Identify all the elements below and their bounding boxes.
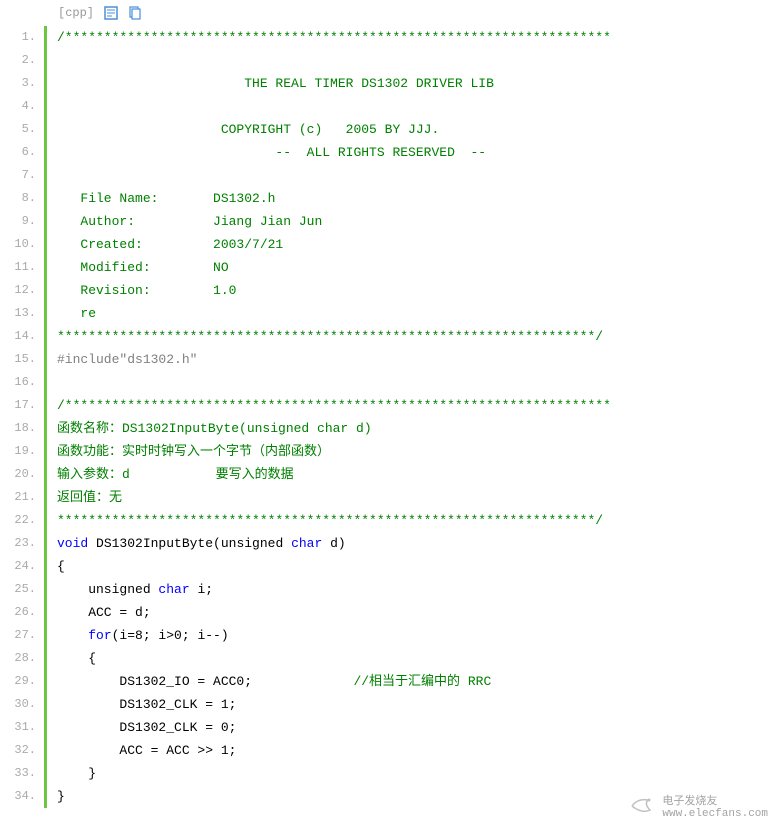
line-number: 24. xyxy=(0,555,36,578)
line-number: 21. xyxy=(0,486,36,509)
line-number: 17. xyxy=(0,394,36,417)
line-number: 14. xyxy=(0,325,36,348)
line-number: 1. xyxy=(0,26,36,49)
code-line[interactable]: ACC = d; xyxy=(57,601,780,624)
code-area[interactable]: /***************************************… xyxy=(47,26,780,808)
code-line[interactable]: 函数功能：实时时钟写入一个字节（内部函数） xyxy=(57,440,780,463)
line-number: 28. xyxy=(0,647,36,670)
code-container: 1.2.3.4.5.6.7.8.9.10.11.12.13.14.15.16.1… xyxy=(0,26,780,808)
code-line[interactable]: DS1302_CLK = 0; xyxy=(57,716,780,739)
line-number: 2. xyxy=(0,49,36,72)
code-line[interactable]: /***************************************… xyxy=(57,26,780,49)
line-number: 19. xyxy=(0,440,36,463)
code-line[interactable]: { xyxy=(57,555,780,578)
watermark-logo-icon xyxy=(628,792,656,820)
line-number: 27. xyxy=(0,624,36,647)
line-number: 13. xyxy=(0,302,36,325)
line-number: 10. xyxy=(0,233,36,256)
line-number: 32. xyxy=(0,739,36,762)
code-line[interactable]: Modified: NO xyxy=(57,256,780,279)
line-number: 18. xyxy=(0,417,36,440)
code-line[interactable]: ACC = ACC >> 1; xyxy=(57,739,780,762)
code-line[interactable] xyxy=(57,49,780,72)
code-line[interactable]: for(i=8; i>0; i--) xyxy=(57,624,780,647)
code-line[interactable] xyxy=(57,95,780,118)
line-number-gutter: 1.2.3.4.5.6.7.8.9.10.11.12.13.14.15.16.1… xyxy=(0,26,44,808)
line-number: 30. xyxy=(0,693,36,716)
line-number: 4. xyxy=(0,95,36,118)
line-number: 5. xyxy=(0,118,36,141)
code-line[interactable]: ****************************************… xyxy=(57,509,780,532)
line-number: 8. xyxy=(0,187,36,210)
code-line[interactable]: Author: Jiang Jian Jun xyxy=(57,210,780,233)
code-line[interactable]: void DS1302InputByte(unsigned char d) xyxy=(57,532,780,555)
code-line[interactable]: DS1302_CLK = 1; xyxy=(57,693,780,716)
line-number: 7. xyxy=(0,164,36,187)
code-header: [cpp] xyxy=(0,0,780,26)
code-line[interactable]: COPYRIGHT (c) 2005 BY JJJ. xyxy=(57,118,780,141)
code-line[interactable] xyxy=(57,164,780,187)
code-line[interactable]: THE REAL TIMER DS1302 DRIVER LIB xyxy=(57,72,780,95)
line-number: 25. xyxy=(0,578,36,601)
line-number: 6. xyxy=(0,141,36,164)
language-label: [cpp] xyxy=(58,6,94,20)
code-line[interactable]: Revision: 1.0 xyxy=(57,279,780,302)
code-line[interactable]: /***************************************… xyxy=(57,394,780,417)
code-line[interactable]: DS1302_IO = ACC0; //相当于汇编中的 RRC xyxy=(57,670,780,693)
code-line[interactable]: Created: 2003/7/21 xyxy=(57,233,780,256)
line-number: 31. xyxy=(0,716,36,739)
code-line[interactable]: unsigned char i; xyxy=(57,578,780,601)
code-line[interactable]: #include"ds1302.h" xyxy=(57,348,780,371)
line-number: 16. xyxy=(0,371,36,394)
view-plain-icon[interactable] xyxy=(104,6,118,20)
code-line[interactable]: { xyxy=(57,647,780,670)
watermark-text: 电子发烧友 www.elecfans.com xyxy=(662,792,768,820)
code-line[interactable] xyxy=(57,371,780,394)
copy-icon[interactable] xyxy=(128,6,142,20)
line-number: 29. xyxy=(0,670,36,693)
line-number: 9. xyxy=(0,210,36,233)
line-number: 12. xyxy=(0,279,36,302)
watermark: 电子发烧友 www.elecfans.com xyxy=(628,792,768,820)
line-number: 22. xyxy=(0,509,36,532)
line-number: 11. xyxy=(0,256,36,279)
code-line[interactable]: } xyxy=(57,762,780,785)
line-number: 23. xyxy=(0,532,36,555)
line-number: 34. xyxy=(0,785,36,808)
code-line[interactable]: ****************************************… xyxy=(57,325,780,348)
code-line[interactable]: 输入参数：d 要写入的数据 xyxy=(57,463,780,486)
line-number: 15. xyxy=(0,348,36,371)
line-number: 26. xyxy=(0,601,36,624)
line-number: 3. xyxy=(0,72,36,95)
line-number: 33. xyxy=(0,762,36,785)
watermark-line2: www.elecfans.com xyxy=(662,808,768,820)
watermark-line1: 电子发烧友 xyxy=(662,792,768,808)
code-line[interactable]: re xyxy=(57,302,780,325)
code-line[interactable]: File Name: DS1302.h xyxy=(57,187,780,210)
code-line[interactable]: 返回值：无 xyxy=(57,486,780,509)
line-number: 20. xyxy=(0,463,36,486)
code-line[interactable]: -- ALL RIGHTS RESERVED -- xyxy=(57,141,780,164)
code-line[interactable]: 函数名称：DS1302InputByte(unsigned char d) xyxy=(57,417,780,440)
